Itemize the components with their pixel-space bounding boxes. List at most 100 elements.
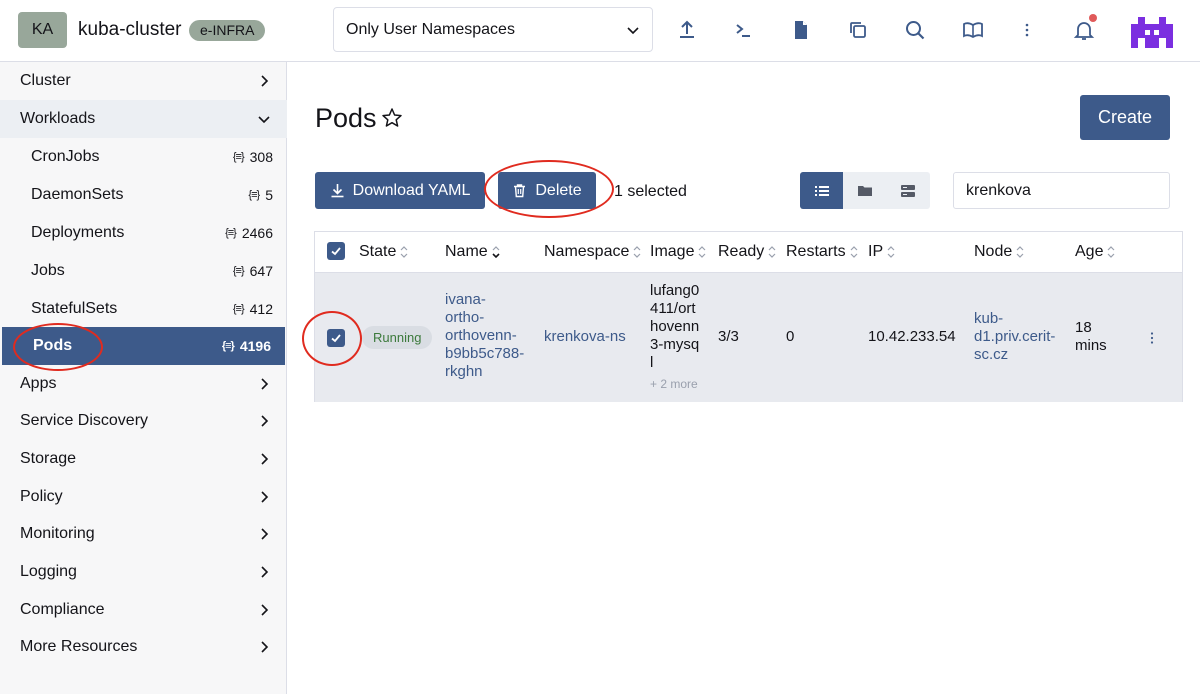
delete-button[interactable]: Delete bbox=[498, 172, 596, 209]
group-by-node-button[interactable] bbox=[886, 172, 929, 209]
create-button[interactable]: Create bbox=[1080, 95, 1170, 140]
sidebar-group-label: More Resources bbox=[20, 638, 138, 655]
more-actions-icon[interactable] bbox=[1014, 17, 1040, 43]
sidebar-group-label: Service Discovery bbox=[20, 412, 149, 429]
check-icon bbox=[331, 247, 341, 256]
docs-book-icon[interactable] bbox=[960, 17, 986, 43]
kubeconfig-file-icon[interactable] bbox=[788, 17, 814, 43]
trash-icon bbox=[514, 184, 526, 198]
filter-search-input[interactable] bbox=[953, 172, 1170, 209]
chevron-right-icon bbox=[261, 528, 269, 540]
sidebar-group-logging[interactable]: Logging bbox=[0, 553, 287, 591]
sidebar-item-count: {≡} 412 bbox=[232, 301, 273, 317]
download-yaml-button[interactable]: Download YAML bbox=[315, 172, 485, 209]
chevron-right-icon bbox=[261, 75, 269, 87]
sidebar-item-jobs[interactable]: Jobs {≡} 647 bbox=[0, 252, 287, 290]
user-avatar[interactable] bbox=[1131, 10, 1173, 52]
sidebar-item-count: {≡} 4196 bbox=[221, 338, 271, 354]
sidebar-group-label: Workloads bbox=[20, 110, 96, 127]
notifications-bell-icon[interactable] bbox=[1071, 14, 1097, 43]
delete-label: Delete bbox=[535, 181, 582, 199]
sidebar-group-service-discovery[interactable]: Service Discovery bbox=[0, 402, 287, 440]
resource-count-icon: {≡} bbox=[232, 303, 245, 315]
sidebar-group-compliance[interactable]: Compliance bbox=[0, 591, 287, 629]
import-yaml-icon[interactable] bbox=[674, 17, 700, 43]
state-badge: Running bbox=[362, 326, 433, 349]
select-all-checkbox[interactable] bbox=[327, 242, 345, 260]
image-cell: lufang0 411/ort hovenn 3-mysq l + 2 more bbox=[650, 282, 700, 391]
row-actions-menu-icon[interactable] bbox=[1148, 331, 1156, 345]
group-by-namespace-button[interactable] bbox=[843, 172, 886, 209]
resource-count-icon: {≡} bbox=[232, 151, 245, 163]
sidebar-item-statefulsets[interactable]: StatefulSets {≡} 412 bbox=[0, 290, 287, 328]
pod-name-link[interactable]: ivana- ortho- orthovenn- b9bb5c788- rkgh… bbox=[445, 291, 524, 381]
node-link[interactable]: kub- d1.priv.cerit- sc.cz bbox=[974, 310, 1055, 364]
sidebar-item-count: {≡} 308 bbox=[232, 149, 273, 165]
resource-count-icon: {≡} bbox=[225, 227, 237, 239]
sidebar-item-count: {≡} 5 bbox=[248, 187, 273, 203]
flat-list-view-button[interactable] bbox=[800, 172, 843, 209]
pods-table: State Name Namespace Image Ready Restart… bbox=[314, 231, 1183, 402]
namespace-filter-value: Only User Namespaces bbox=[346, 20, 515, 38]
column-header-age[interactable]: Age bbox=[1075, 243, 1116, 261]
sidebar-group-policy[interactable]: Policy bbox=[0, 478, 287, 516]
column-header-image[interactable]: Image bbox=[650, 243, 707, 261]
sort-icon bbox=[1016, 246, 1024, 258]
notification-dot bbox=[1089, 14, 1097, 22]
sidebar-item-label: CronJobs bbox=[31, 148, 100, 165]
column-header-ready[interactable]: Ready bbox=[718, 243, 777, 261]
kubectl-shell-icon[interactable] bbox=[730, 17, 756, 43]
chevron-down-icon bbox=[627, 26, 639, 34]
column-header-node[interactable]: Node bbox=[974, 243, 1025, 261]
sort-icon bbox=[768, 246, 776, 258]
column-header-state[interactable]: State bbox=[359, 243, 409, 261]
sidebar-item-deployments[interactable]: Deployments {≡} 2466 bbox=[0, 214, 287, 252]
sidebar-group-storage[interactable]: Storage bbox=[0, 440, 287, 478]
sidebar-item-label: Pods bbox=[33, 337, 73, 354]
env-badge: e-INFRA bbox=[189, 20, 266, 41]
column-header-ip[interactable]: IP bbox=[868, 243, 896, 261]
sidebar-group-label: Monitoring bbox=[20, 525, 95, 542]
sidebar-group-cluster[interactable]: Cluster bbox=[0, 62, 287, 100]
ready-cell: 3/3 bbox=[718, 328, 739, 345]
check-icon bbox=[331, 334, 341, 343]
age-cell: 18 mins bbox=[1075, 319, 1107, 354]
column-header-name[interactable]: Name bbox=[445, 243, 501, 261]
sidebar-group-workloads[interactable]: Workloads bbox=[0, 100, 287, 138]
chevron-right-icon bbox=[261, 566, 269, 578]
column-header-namespace[interactable]: Namespace bbox=[544, 243, 642, 261]
sort-icon bbox=[400, 246, 408, 258]
search-icon[interactable] bbox=[902, 17, 928, 43]
cluster-badge[interactable]: KA bbox=[18, 12, 67, 48]
ip-cell: 10.42.233.54 bbox=[868, 328, 956, 345]
sidebar-group-label: Apps bbox=[20, 375, 57, 392]
chevron-right-icon bbox=[261, 453, 269, 465]
sidebar-item-cronjobs[interactable]: CronJobs {≡} 308 bbox=[0, 138, 287, 176]
chevron-right-icon bbox=[261, 641, 269, 653]
sort-icon bbox=[1108, 246, 1115, 258]
download-yaml-label: Download YAML bbox=[352, 181, 471, 199]
column-header-restarts[interactable]: Restarts bbox=[786, 243, 859, 261]
chevron-down-icon bbox=[258, 116, 270, 124]
sidebar-item-daemonsets[interactable]: DaemonSets {≡} 5 bbox=[0, 176, 287, 214]
namespace-link[interactable]: krenkova-ns bbox=[544, 328, 626, 346]
copy-kubeconfig-icon[interactable] bbox=[845, 17, 871, 43]
table-row[interactable]: Running ivana- ortho- orthovenn- b9bb5c7… bbox=[315, 273, 1182, 402]
chevron-right-icon bbox=[261, 415, 269, 427]
row-select-checkbox[interactable] bbox=[327, 329, 345, 347]
chevron-right-icon bbox=[261, 491, 269, 503]
sidebar-item-label: DaemonSets bbox=[31, 186, 124, 203]
sidebar-group-more-resources[interactable]: More Resources bbox=[0, 628, 287, 666]
image-more-count: + 2 more bbox=[650, 377, 698, 391]
sidebar-group-label: Compliance bbox=[20, 601, 105, 618]
resource-count-icon: {≡} bbox=[221, 340, 235, 352]
favorite-star-icon[interactable] bbox=[381, 107, 403, 129]
sidebar-group-monitoring[interactable]: Monitoring bbox=[0, 515, 287, 553]
sidebar-group-apps[interactable]: Apps bbox=[0, 365, 287, 403]
cluster-name[interactable]: kuba-cluster bbox=[78, 19, 182, 41]
table-header: State Name Namespace Image Ready Restart… bbox=[315, 232, 1182, 273]
resource-count-icon: {≡} bbox=[232, 265, 245, 277]
sidebar-item-count: {≡} 647 bbox=[232, 263, 273, 279]
namespace-filter-select[interactable]: Only User Namespaces bbox=[333, 7, 653, 52]
sidebar-item-pods[interactable]: Pods {≡} 4196 bbox=[2, 327, 285, 365]
